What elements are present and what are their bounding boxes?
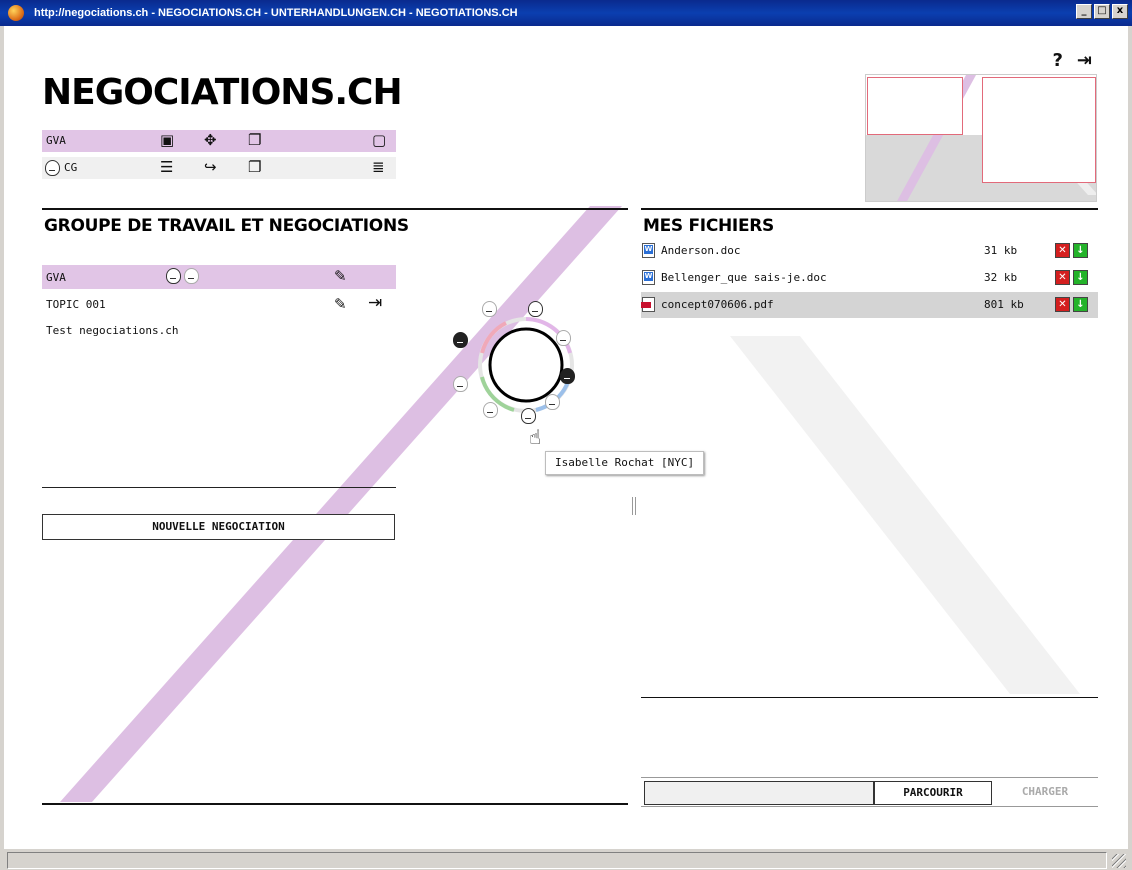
user-face-icon[interactable] bbox=[166, 268, 181, 284]
page-minimap[interactable] bbox=[865, 74, 1097, 202]
participant-icon[interactable] bbox=[528, 301, 543, 317]
list-icon[interactable]: ☰ bbox=[160, 159, 173, 175]
participant-icon[interactable] bbox=[453, 376, 468, 392]
file-size: 801 kb bbox=[984, 298, 1024, 311]
browser-status-bar bbox=[4, 848, 1128, 870]
browse-button[interactable]: PARCOURIR bbox=[874, 781, 992, 805]
file-path-input[interactable] bbox=[644, 781, 874, 805]
file-name[interactable]: Anderson.doc bbox=[661, 244, 740, 257]
minimize-button[interactable]: _ bbox=[1076, 4, 1092, 19]
status-pane bbox=[7, 852, 1107, 869]
participant-tooltip: Isabelle Rochat [NYC] bbox=[545, 451, 705, 475]
right-section-rule bbox=[641, 208, 1098, 210]
download-file-icon[interactable]: ↓ bbox=[1073, 270, 1088, 285]
participant-icon[interactable] bbox=[453, 332, 468, 348]
delete-file-icon[interactable]: ✕ bbox=[1055, 270, 1070, 285]
right-divider bbox=[641, 697, 1098, 698]
enter-negotiation-icon[interactable]: ⇥ bbox=[368, 293, 382, 313]
new-negotiation-button[interactable]: NOUVELLE NEGOCIATION bbox=[42, 514, 395, 540]
logout-icon[interactable]: ⇥ bbox=[1077, 50, 1092, 71]
window-title: http://negociations.ch - NEGOCIATIONS.CH… bbox=[34, 7, 518, 19]
file-row[interactable]: Anderson.doc 31 kb ✕ ↓ bbox=[641, 238, 1098, 264]
hand-cursor-icon: ☝ bbox=[529, 425, 542, 449]
document-stack-icon[interactable]: ❐ bbox=[248, 132, 261, 148]
file-size: 32 kb bbox=[984, 271, 1018, 284]
participant-icon[interactable] bbox=[521, 408, 536, 424]
group-row-gva[interactable]: GVA ✎ bbox=[42, 265, 396, 289]
nav-row-cg-label: CG bbox=[64, 161, 78, 174]
close-button[interactable]: x bbox=[1112, 4, 1128, 19]
email-forward-icon[interactable]: ↪ bbox=[204, 159, 217, 175]
nav-row-gva-label: GVA bbox=[46, 134, 66, 147]
group-label: GVA bbox=[46, 271, 66, 284]
word-file-icon bbox=[642, 270, 655, 285]
user-face-icon bbox=[45, 160, 60, 176]
document-stack-icon[interactable]: ❐ bbox=[248, 159, 261, 175]
participant-icon[interactable] bbox=[560, 368, 575, 384]
file-size: 31 kb bbox=[984, 244, 1018, 257]
word-file-icon bbox=[642, 243, 655, 258]
nav-row-gva: GVA ▣ ✥ ❐ ▢ bbox=[42, 130, 396, 152]
move-icon[interactable]: ✥ bbox=[204, 132, 217, 148]
download-file-icon[interactable]: ↓ bbox=[1073, 297, 1088, 312]
left-section-title: GROUPE DE TRAVAIL ET NEGOCIATIONS bbox=[44, 216, 409, 236]
user-face-icon[interactable] bbox=[184, 268, 199, 284]
firefox-icon bbox=[8, 5, 24, 21]
file-name[interactable]: Bellenger_que sais-je.doc bbox=[661, 271, 827, 284]
participant-icon[interactable] bbox=[545, 394, 560, 410]
upload-button[interactable]: CHARGER bbox=[993, 781, 1097, 805]
participant-icon[interactable] bbox=[482, 301, 497, 317]
right-section-title: MES FICHIERS bbox=[643, 216, 775, 236]
left-bottom-rule bbox=[42, 803, 628, 805]
file-name[interactable]: concept070606.pdf bbox=[661, 298, 774, 311]
delete-file-icon[interactable]: ✕ bbox=[1055, 297, 1070, 312]
pdf-file-icon bbox=[641, 297, 655, 312]
nav-row-cg: CG ☰ ↪ ❐ ≣ bbox=[42, 157, 396, 179]
resize-grip-icon[interactable] bbox=[1112, 854, 1126, 868]
participant-icon[interactable] bbox=[556, 330, 571, 346]
participant-icon[interactable] bbox=[483, 402, 498, 418]
left-section-rule bbox=[42, 208, 628, 210]
help-icon[interactable]: ? bbox=[1052, 50, 1062, 71]
upload-bar: PARCOURIR CHARGER bbox=[641, 777, 1098, 807]
download-file-icon[interactable]: ↓ bbox=[1073, 243, 1088, 258]
site-logo[interactable]: NEGOCIATIONS.CH bbox=[42, 72, 403, 113]
file-row[interactable]: Bellenger_que sais-je.doc 32 kb ✕ ↓ bbox=[641, 265, 1098, 291]
edit-icon[interactable]: ✎ bbox=[334, 295, 347, 313]
info-icon[interactable]: ▢ bbox=[372, 132, 386, 148]
delete-file-icon[interactable]: ✕ bbox=[1055, 243, 1070, 258]
left-divider bbox=[42, 487, 396, 488]
meeting-icon[interactable]: ▣ bbox=[160, 132, 174, 148]
topic-title[interactable]: TOPIC 001 bbox=[46, 298, 106, 311]
minimap-left-panel bbox=[867, 77, 963, 135]
panel-splitter-handle[interactable] bbox=[632, 497, 636, 515]
edit-icon[interactable]: ✎ bbox=[334, 267, 347, 285]
file-row-selected[interactable]: concept070606.pdf 801 kb ✕ ↓ bbox=[641, 292, 1098, 318]
text-icon[interactable]: ≣ bbox=[372, 159, 385, 175]
browser-title-bar: http://negociations.ch - NEGOCIATIONS.CH… bbox=[0, 0, 1132, 26]
maximize-button[interactable]: □ bbox=[1094, 4, 1110, 19]
topic-description: Test negociations.ch bbox=[46, 324, 179, 337]
minimap-right-panel bbox=[982, 77, 1096, 183]
